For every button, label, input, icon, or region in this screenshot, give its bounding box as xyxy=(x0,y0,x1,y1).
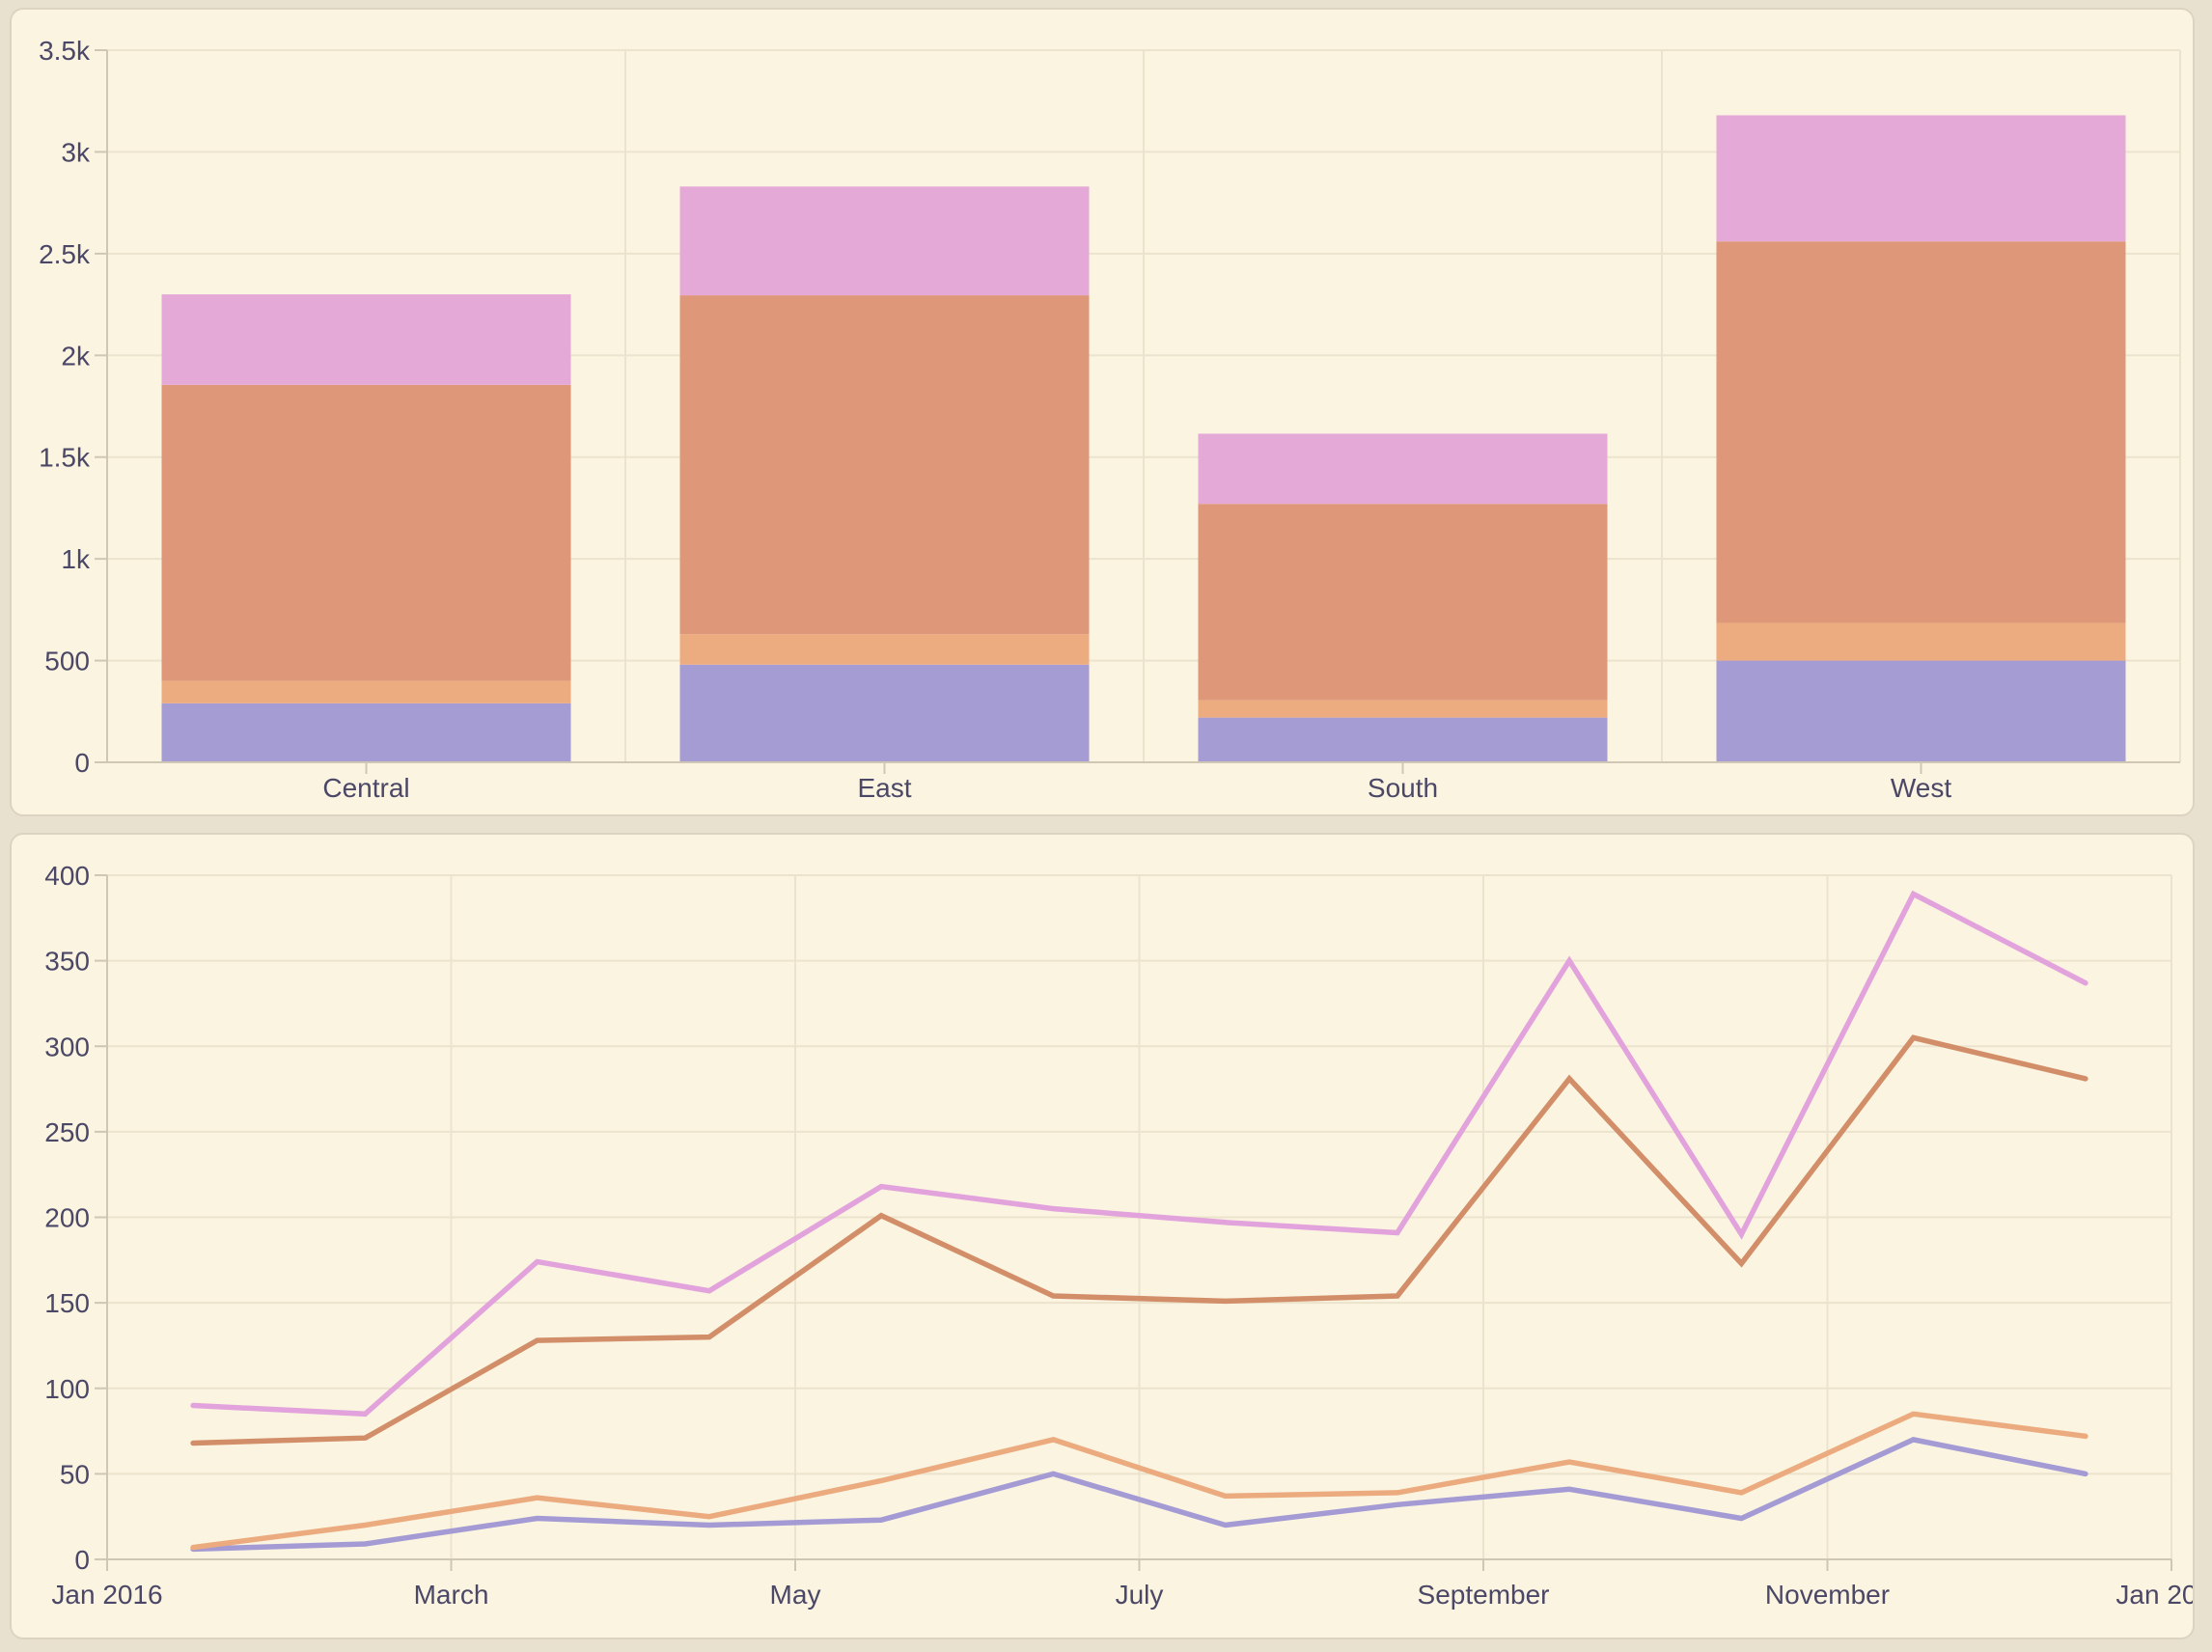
line-chart: 0 50 100 150 200 250 300 350 400 Jan 2016 March May… xyxy=(12,835,2193,1638)
y-axis-label: 50 xyxy=(60,1459,90,1489)
stacked-bar-chart: 0 500 1k 1.5k 2k 2.5k 3k 3.5k Central East South We… xyxy=(12,10,2193,814)
x-axis-label-march: March xyxy=(414,1580,489,1610)
bar-segment-salmon[interactable] xyxy=(680,295,1090,634)
y-axis-label: 0 xyxy=(74,1545,90,1575)
y-axis-label: 1.5k xyxy=(39,443,91,473)
bar-east xyxy=(680,186,1090,762)
y-axis-label: 250 xyxy=(44,1117,90,1147)
x-axis-label-september: September xyxy=(1418,1580,1550,1610)
x-axis-label-november: November xyxy=(1765,1580,1890,1610)
bar-segment-purple[interactable] xyxy=(1717,661,2126,762)
x-axis-label-south: South xyxy=(1368,773,1438,803)
x-axis-label-central: Central xyxy=(322,773,409,803)
y-axis-label: 150 xyxy=(44,1288,90,1318)
y-axis-label: 0 xyxy=(74,748,90,778)
bar-segment-orange[interactable] xyxy=(162,681,571,703)
x-axis-label-jan-2017: Jan 2017 xyxy=(2115,1580,2193,1610)
line-chart-panel: 0 50 100 150 200 250 300 350 400 Jan 2016 March May… xyxy=(10,833,2195,1639)
bar-segment-salmon[interactable] xyxy=(1717,241,2126,622)
bar-segment-orange[interactable] xyxy=(1717,623,2126,661)
y-axis-label: 3.5k xyxy=(39,36,91,66)
bar-segment-pink[interactable] xyxy=(680,186,1090,295)
y-axis-label: 300 xyxy=(44,1032,90,1061)
y-axis-label: 2k xyxy=(61,341,91,371)
x-axis-label-east: East xyxy=(857,773,911,803)
bar-segment-orange[interactable] xyxy=(1199,701,1608,718)
x-axis-label-jan-2016: Jan 2016 xyxy=(51,1580,162,1610)
stacked-bar-chart-panel: 0 500 1k 1.5k 2k 2.5k 3k 3.5k Central East South We… xyxy=(10,8,2195,816)
bar-segment-purple[interactable] xyxy=(680,665,1090,762)
bar-central xyxy=(162,294,571,762)
x-axis-label-west: West xyxy=(1891,773,1951,803)
x-axis-label-may: May xyxy=(770,1580,821,1610)
y-axis-label: 1k xyxy=(61,544,91,574)
y-axis-label: 3k xyxy=(61,137,91,167)
bar-south xyxy=(1199,433,1608,762)
y-axis-label: 400 xyxy=(44,861,90,891)
bar-segment-purple[interactable] xyxy=(162,703,571,762)
y-axis-label: 200 xyxy=(44,1203,90,1233)
y-axis-label: 500 xyxy=(44,647,90,676)
bar-segment-orange[interactable] xyxy=(680,634,1090,665)
bar-west xyxy=(1717,115,2126,762)
bar-segment-salmon[interactable] xyxy=(1199,504,1608,700)
bar-segment-purple[interactable] xyxy=(1199,718,1608,762)
bar-segment-pink[interactable] xyxy=(1717,115,2126,241)
bar-segment-pink[interactable] xyxy=(162,294,571,385)
y-axis-label: 2.5k xyxy=(39,239,91,269)
x-axis-label-july: July xyxy=(1116,1580,1164,1610)
y-axis-label: 350 xyxy=(44,947,90,977)
y-axis-label: 100 xyxy=(44,1374,90,1404)
bar-segment-salmon[interactable] xyxy=(162,385,571,681)
bar-segment-pink[interactable] xyxy=(1199,433,1608,504)
